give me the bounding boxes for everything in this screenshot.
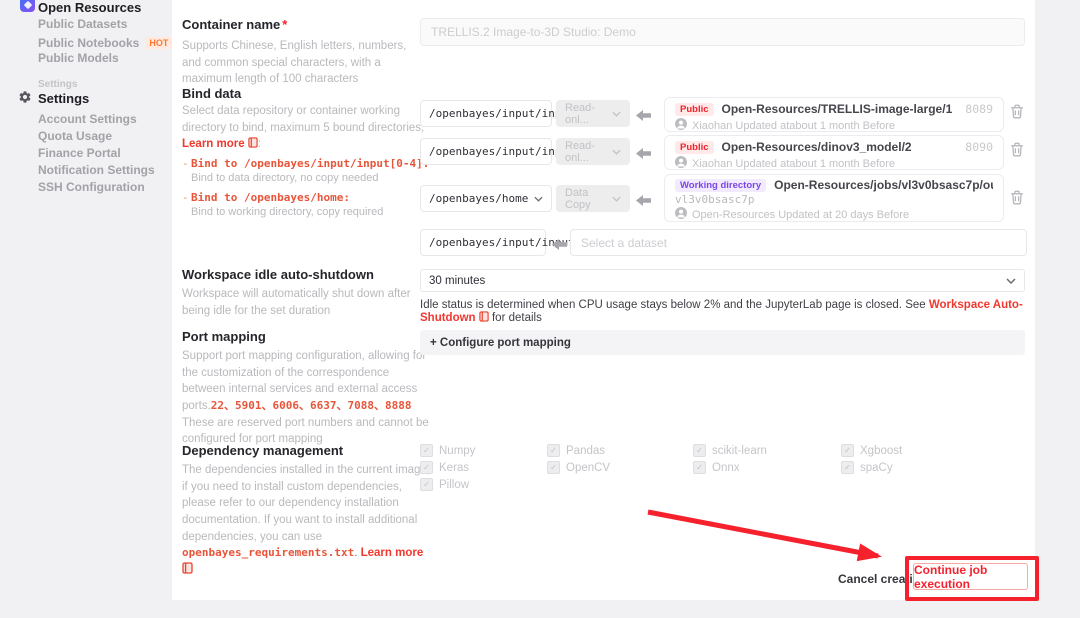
configure-port-mapping-button[interactable]: + Configure port mapping [420, 330, 1025, 355]
sidebar-item-account-settings[interactable]: Account Settings [38, 112, 137, 126]
doc-icon [182, 562, 193, 580]
chevron-down-icon [612, 108, 621, 120]
bind-data-learn-more-link[interactable]: Learn more [182, 138, 245, 150]
dataset-meta: Open-Resources Updated at 20 days Before [692, 209, 909, 221]
main-form-card: Container name* Supports Chinese, Englis… [172, 0, 1035, 600]
sidebar-section-open-resources[interactable]: Open Resources [38, 0, 141, 15]
bind-mode-select-0: Read-onl... [556, 100, 630, 127]
package-checkbox-keras: ✓Keras [420, 461, 469, 474]
bound-dataset-card-0: Public Open-Resources/TRELLIS-image-larg… [664, 97, 1004, 132]
auto-shutdown-help: Workspace will automatically shut down a… [182, 286, 428, 319]
arrow-left-icon [636, 108, 651, 126]
select-dataset-input[interactable] [570, 229, 1027, 256]
sidebar-item-public-notebooks[interactable]: Public Notebooks [38, 36, 139, 50]
working-directory-badge: Working directory [675, 179, 766, 192]
bound-dataset-card-1: Public Open-Resources/dinov3_model/2 809… [664, 135, 1004, 170]
bind-bullet-home: - Bind to /openbayes/home: Bind to worki… [182, 190, 432, 221]
container-name-label: Container name* [182, 17, 287, 32]
sidebar-item-ssh-configuration[interactable]: SSH Configuration [38, 180, 145, 194]
chevron-down-icon [612, 193, 621, 205]
checkbox-checked-icon: ✓ [841, 444, 854, 457]
package-checkbox-xgboost: ✓Xgboost [841, 444, 902, 457]
package-checkbox-spacy: ✓spaCy [841, 461, 893, 474]
sidebar-section-label-settings: Settings [38, 79, 77, 90]
bind-data-label: Bind data [182, 86, 241, 101]
doc-icon [248, 137, 258, 154]
arrow-left-icon [636, 146, 651, 164]
package-checkbox-numpy: ✓Numpy [420, 444, 475, 457]
package-checkbox-pillow: ✓Pillow [420, 478, 469, 491]
open-resources-icon [20, 0, 35, 12]
dataset-title: Open-Resources/jobs/vl3v0bsasc7p/output [774, 178, 993, 192]
hot-badge: HOT [145, 37, 172, 49]
dependency-label: Dependency management [182, 443, 343, 458]
public-badge: Public [675, 141, 714, 154]
bind-path-select-0[interactable]: /openbayes/input/input0 [420, 100, 552, 127]
checkbox-checked-icon: ✓ [420, 444, 433, 457]
sidebar-item-finance-portal[interactable]: Finance Portal [38, 146, 121, 160]
port-mapping-help: Support port mapping configuration, allo… [182, 348, 432, 448]
chevron-down-icon [534, 192, 543, 205]
bind-path-select-3[interactable]: /openbayes/input/input2 [420, 229, 546, 256]
package-checkbox-scikit-learn: ✓scikit-learn [693, 444, 767, 457]
auto-shutdown-select[interactable]: 30 minutes [420, 269, 1025, 292]
bind-data-help: Select data repository or container work… [182, 103, 426, 154]
dataset-meta: Xiaohan Updated atabout 1 month Before [692, 120, 895, 132]
dataset-meta: Xiaohan Updated atabout 1 month Before [692, 158, 895, 170]
checkbox-checked-icon: ✓ [693, 444, 706, 457]
avatar [675, 156, 687, 171]
container-name-input [420, 18, 1025, 46]
checkbox-checked-icon: ✓ [841, 461, 854, 474]
sidebar-item-public-models[interactable]: Public Models [38, 51, 119, 65]
checkbox-checked-icon: ✓ [547, 461, 560, 474]
package-checkbox-pandas: ✓Pandas [547, 444, 605, 457]
dependency-help: The dependencies installed in the curren… [182, 462, 434, 580]
required-asterisk: * [282, 17, 287, 32]
job-creation-page: { "sidebar": { "section1_header": "Open … [0, 0, 1080, 618]
auto-shutdown-note: Idle status is determined when CPU usage… [420, 299, 1027, 325]
auto-shutdown-label: Workspace idle auto-shutdown [182, 267, 374, 282]
sidebar-section-settings[interactable]: Settings [38, 91, 89, 106]
arrow-left-icon [552, 237, 567, 255]
container-name-help: Supports Chinese, English letters, numbe… [182, 38, 428, 88]
avatar [675, 118, 687, 133]
checkbox-checked-icon: ✓ [547, 444, 560, 457]
requirements-file-code: openbayes_requirements.txt [182, 546, 354, 559]
delete-bind-row-2-button[interactable] [1010, 190, 1024, 210]
chevron-down-icon [612, 146, 621, 158]
dataset-number: 8089 [965, 102, 993, 116]
delete-bind-row-0-button[interactable] [1010, 104, 1024, 124]
checkbox-checked-icon: ✓ [420, 478, 433, 491]
sidebar-item-notification-settings[interactable]: Notification Settings [38, 163, 155, 177]
dataset-subtitle: vl3v0bsasc7p [675, 193, 993, 206]
dataset-title: Open-Resources/TRELLIS-image-large/1 [722, 102, 953, 116]
public-badge: Public [675, 103, 714, 116]
dataset-title: Open-Resources/dinov3_model/2 [722, 140, 912, 154]
arrow-left-icon [636, 193, 651, 211]
bind-mode-select-2: Data Copy [556, 185, 630, 212]
dataset-number: 8090 [965, 140, 993, 154]
dependency-learn-more-link[interactable]: Learn more [361, 547, 424, 559]
checkbox-checked-icon: ✓ [693, 461, 706, 474]
avatar [675, 207, 687, 222]
bind-bullet-input: - Bind to /openbayes/input/input[0-4]: B… [182, 156, 432, 187]
delete-bind-row-1-button[interactable] [1010, 142, 1024, 162]
package-checkbox-opencv: ✓OpenCV [547, 461, 610, 474]
chevron-down-icon [1006, 275, 1016, 287]
checkbox-checked-icon: ✓ [420, 461, 433, 474]
bind-mode-select-1: Read-onl... [556, 138, 630, 165]
reserved-ports: 22、5901、6006、6637、7088、8888 [211, 399, 412, 412]
bind-data-bullet-list: - Bind to /openbayes/input/input[0-4]: B… [182, 156, 432, 224]
bind-path-select-2[interactable]: /openbayes/home [420, 185, 552, 212]
sidebar-item-quota-usage[interactable]: Quota Usage [38, 129, 112, 143]
bound-dataset-card-2: Working directory Open-Resources/jobs/vl… [664, 174, 1004, 222]
continue-job-execution-button[interactable]: Continue job execution [913, 563, 1028, 590]
doc-icon [479, 311, 489, 325]
port-mapping-label: Port mapping [182, 329, 266, 344]
gear-icon [18, 90, 32, 109]
package-checkbox-onnx: ✓Onnx [693, 461, 740, 474]
bind-path-select-1[interactable]: /openbayes/input/input1 [420, 138, 552, 165]
sidebar-item-public-datasets[interactable]: Public Datasets [38, 17, 127, 31]
